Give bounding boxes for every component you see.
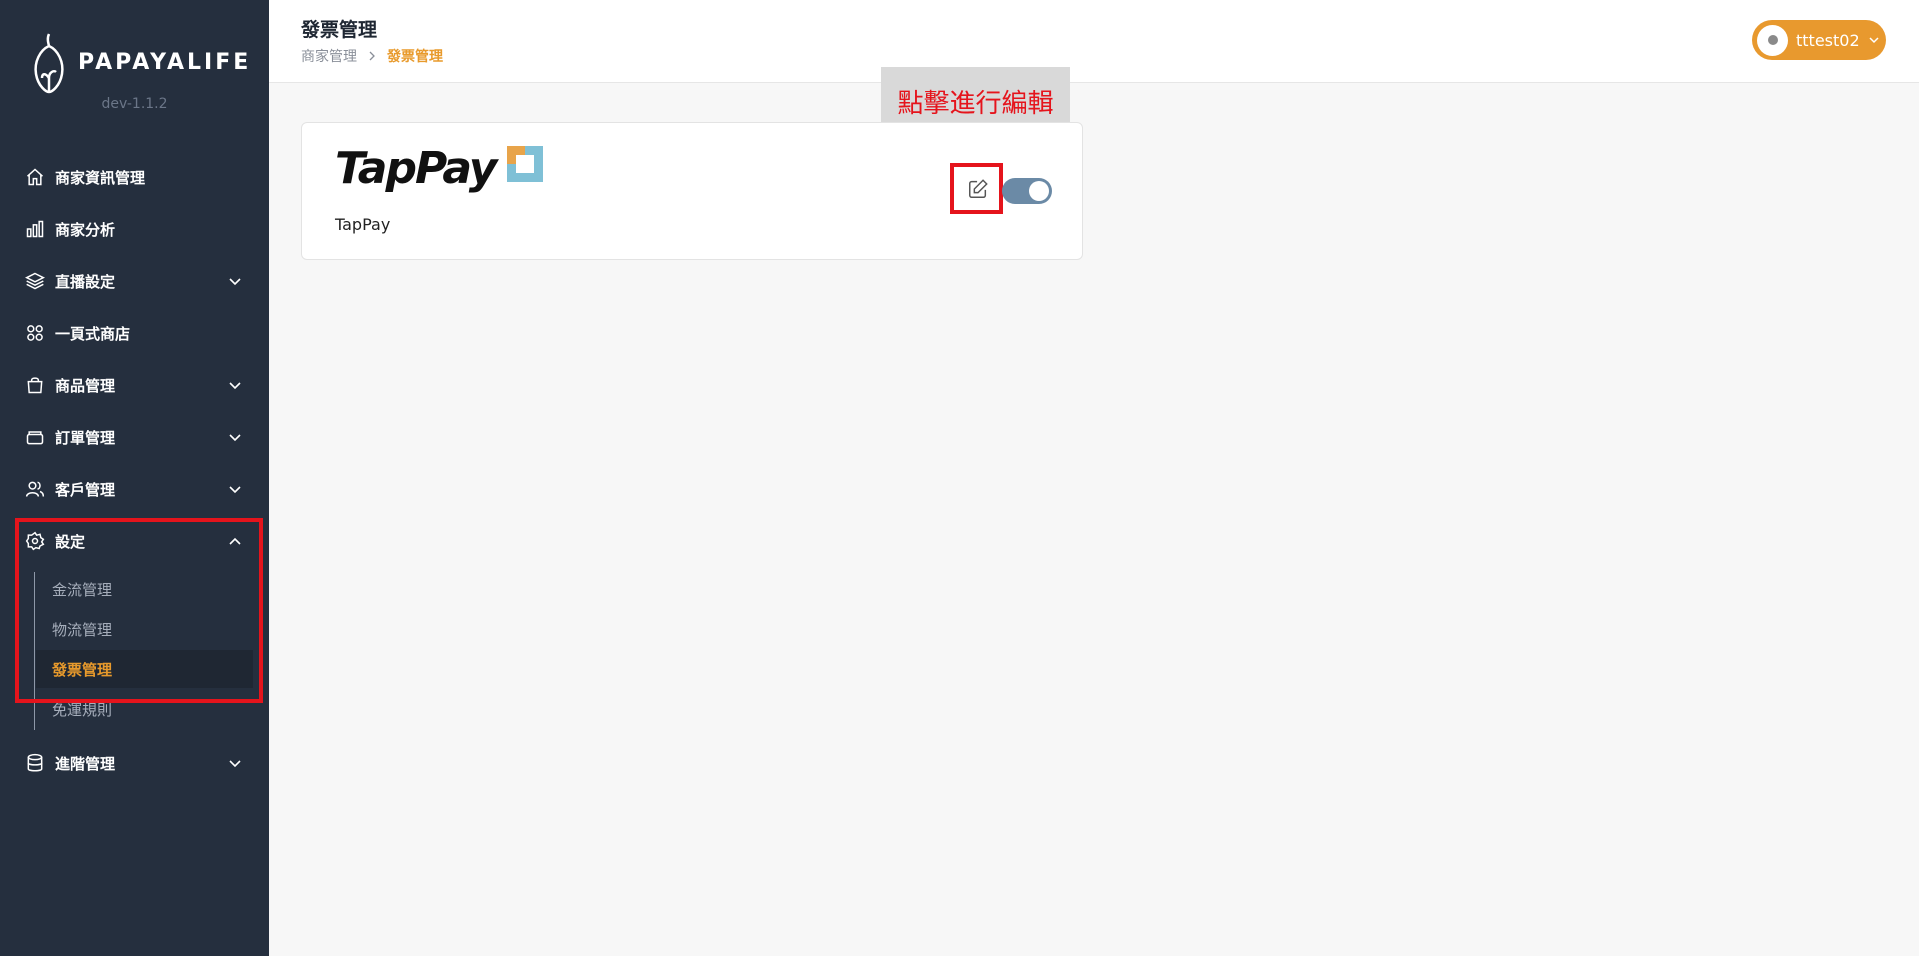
sidebar-item-advanced[interactable]: 進階管理 — [0, 741, 269, 785]
username: tttest02 — [1796, 30, 1860, 50]
provider-name: TapPay — [335, 215, 391, 234]
sidebar-item-settings[interactable]: 設定 — [0, 519, 269, 563]
database-icon — [24, 752, 46, 774]
sidebar-item-label: 訂單管理 — [55, 428, 116, 447]
grid-icon — [24, 322, 46, 344]
bar-chart-icon — [24, 218, 46, 240]
page-title: 發票管理 — [301, 19, 378, 41]
sidebar-item-customers[interactable]: 客戶管理 — [0, 467, 269, 511]
brand-name: PAPAYALIFE — [78, 49, 252, 75]
sidebar-item-store-info[interactable]: 商家資訊管理 — [0, 155, 269, 199]
breadcrumb-item[interactable]: 商家管理 — [301, 46, 357, 66]
breadcrumb-current: 發票管理 — [387, 49, 443, 65]
sidebar-item-products[interactable]: 商品管理 — [0, 363, 269, 407]
top-header: 發票管理 商家管理 發票管理 tttest02 — [269, 0, 1919, 83]
chevron-right-icon — [369, 51, 375, 61]
sidebar-item-label: 商品管理 — [55, 376, 116, 395]
tappay-logo: TapPay — [335, 143, 544, 194]
submenu-line — [34, 572, 35, 730]
invoice-provider-card: TapPay TapPay — [301, 122, 1083, 260]
layers-icon — [24, 270, 46, 292]
sidebar-item-label: 商家分析 — [55, 220, 116, 239]
chevron-down-icon — [229, 760, 241, 768]
edit-icon — [969, 179, 988, 198]
tappay-logo-text: TapPay — [335, 143, 497, 194]
edit-button[interactable] — [957, 168, 999, 210]
chevron-down-icon — [229, 382, 241, 390]
papaya-logo-icon — [34, 33, 64, 94]
sidebar-item-label: 直播設定 — [55, 272, 116, 291]
sidebar: PAPAYALIFE dev-1.1.2 商家資訊管理 商家分析 直播設定 一頁… — [0, 0, 269, 956]
chevron-up-icon — [229, 537, 241, 545]
sidebar-item-orders[interactable]: 訂單管理 — [0, 415, 269, 459]
brand-logo[interactable]: PAPAYALIFE — [28, 28, 251, 96]
chevron-down-icon — [229, 486, 241, 494]
sidebar-item-analytics[interactable]: 商家分析 — [0, 207, 269, 251]
sidebar-item-label: 客戶管理 — [55, 480, 116, 499]
gear-icon — [24, 530, 46, 552]
avatar-icon — [1767, 35, 1778, 45]
sidebar-item-label: 進階管理 — [55, 754, 116, 773]
chevron-down-icon — [1869, 37, 1879, 44]
sidebar-item-label: 商家資訊管理 — [55, 168, 146, 187]
sidebar-item-live-settings[interactable]: 直播設定 — [0, 259, 269, 303]
chevron-down-icon — [229, 434, 241, 442]
user-menu-button[interactable]: tttest02 — [1752, 20, 1886, 60]
sidebar-subitem-free-shipping[interactable]: 免運規則 — [36, 690, 253, 728]
tappay-logo-mark-icon — [507, 145, 544, 182]
sidebar-subitem-invoice[interactable]: 發票管理 — [36, 650, 253, 688]
enable-toggle[interactable] — [1002, 178, 1052, 204]
sidebar-item-one-page-store[interactable]: 一頁式商店 — [0, 311, 269, 355]
sidebar-item-label: 一頁式商店 — [55, 324, 131, 343]
users-icon — [24, 478, 46, 500]
version-label: dev-1.1.2 — [101, 96, 168, 112]
home-icon — [24, 166, 46, 188]
sidebar-item-label: 設定 — [55, 532, 86, 551]
sidebar-subitem-logistics[interactable]: 物流管理 — [36, 610, 253, 648]
archive-icon — [24, 426, 46, 448]
avatar — [1757, 24, 1788, 56]
breadcrumb: 商家管理 發票管理 — [301, 46, 443, 66]
sidebar-subitem-payment[interactable]: 金流管理 — [36, 570, 253, 608]
chevron-down-icon — [229, 278, 241, 286]
shopping-bag-icon — [24, 374, 46, 396]
toggle-knob — [1029, 181, 1049, 201]
